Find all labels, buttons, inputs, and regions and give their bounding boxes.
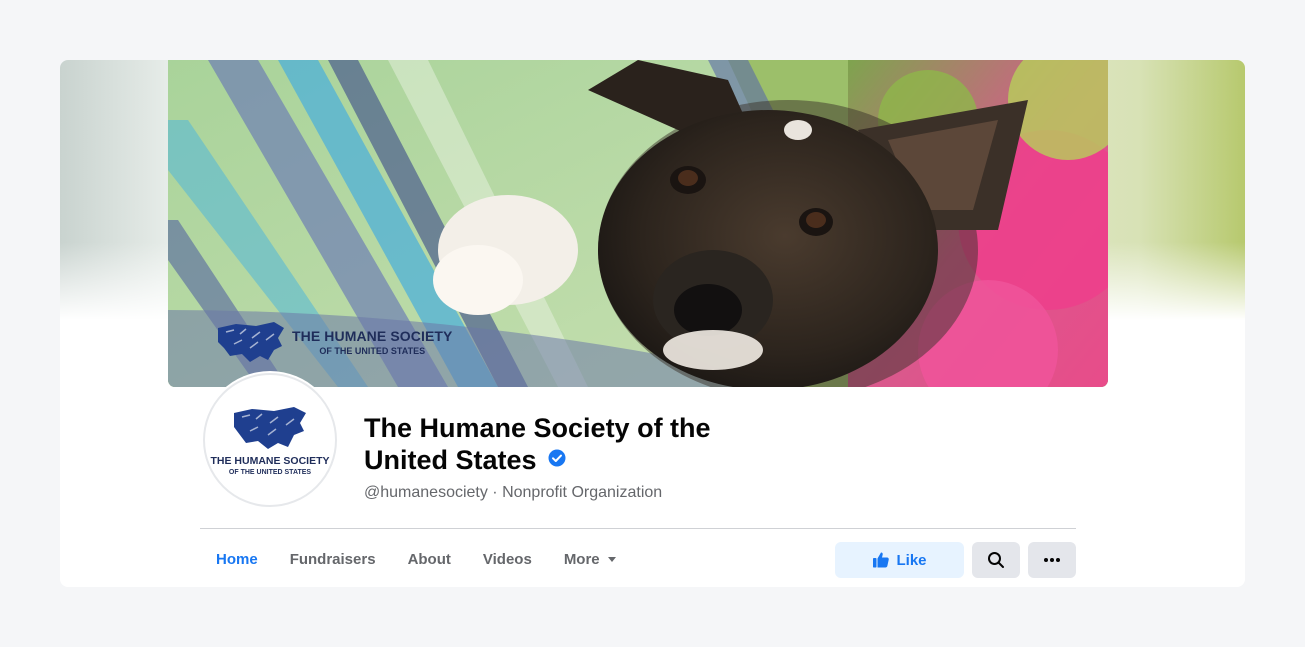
ellipsis-icon [1044,558,1060,562]
search-icon [988,552,1004,568]
tab-label: More [563,550,600,568]
tab-home[interactable]: Home [200,538,274,580]
tab-label: Home [216,550,258,568]
page-name-text: The Humane Society of the United States [364,413,711,475]
search-button[interactable] [972,542,1020,578]
tab-label: About [407,550,451,568]
tab-more[interactable]: More [548,538,632,580]
like-button[interactable]: Like [835,542,964,578]
cover-logo: THE HUMANE SOCIETY OF THE UNITED STATES [216,320,452,364]
avatar-logo-title: THE HUMANE SOCIETY [210,454,330,467]
avatar-logo-subtitle: OF THE UNITED STATES [228,468,312,476]
profile-avatar[interactable]: THE HUMANE SOCIETY OF THE UNITED STATES [203,373,337,507]
tab-label: Fundraisers [289,550,376,568]
more-options-button[interactable] [1028,542,1076,578]
page-title: The Humane Society of the United States [364,412,784,476]
tab-about[interactable]: About [392,538,467,580]
page-header-card: THE HUMANE SOCIETY OF THE UNITED STATES … [60,60,1245,587]
caret-down-icon [607,556,616,562]
cover-logo-subtitle: OF THE UNITED STATES [319,345,426,356]
usa-map-animals-logo-icon [234,406,306,449]
tab-label: Videos [482,550,532,568]
page-tabs: Home Fundraisers About Videos More [200,538,632,580]
page-handle-category: @humanesociety · Nonprofit Organization [364,484,663,501]
thumbs-up-icon [873,552,890,568]
cover-logo-title: THE HUMANE SOCIETY [292,327,453,344]
tab-videos[interactable]: Videos [467,538,548,580]
header-divider [200,528,1076,529]
like-button-label: Like [896,551,927,569]
verified-badge-icon [548,449,566,467]
tab-fundraisers[interactable]: Fundraisers [274,538,392,580]
usa-map-animals-logo-icon [218,322,284,362]
cover-photo[interactable]: THE HUMANE SOCIETY OF THE UNITED STATES [168,60,1108,387]
